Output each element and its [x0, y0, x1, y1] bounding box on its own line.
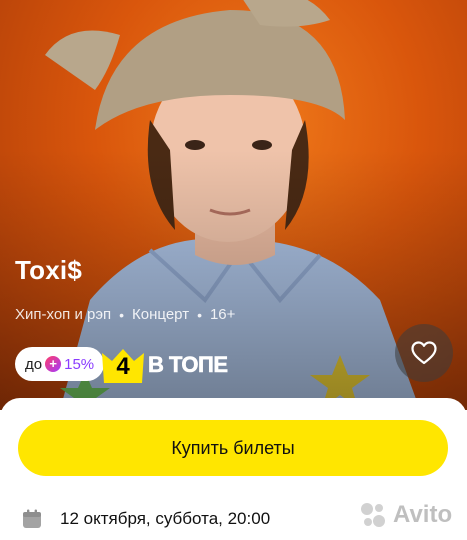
event-age-rating: 16+ — [209, 306, 236, 323]
rank-number: 4 — [116, 353, 130, 380]
avito-watermark: Avito — [358, 500, 452, 530]
event-type: Концерт — [132, 306, 190, 323]
favorite-button[interactable] — [395, 324, 453, 382]
calendar-icon — [23, 509, 41, 528]
heart-icon — [411, 341, 437, 365]
event-genre: Хип-хоп и рэп — [15, 306, 112, 323]
meta-separator: • — [197, 306, 202, 323]
discount-value: 15% — [64, 355, 95, 373]
event-poster: Toxi$ Хип-хоп и рэп • Концерт • 16+ до +… — [0, 0, 467, 410]
event-title: Toxi$ — [15, 255, 82, 285]
meta-separator: • — [119, 306, 125, 323]
avito-logo-icon — [361, 503, 385, 527]
top-label: В ТОПЕ — [148, 352, 229, 378]
plus-icon: + — [45, 356, 62, 372]
event-date: 12 октября, суббота, 20:00 — [60, 509, 271, 528]
watermark-text: Avito — [393, 501, 453, 528]
buy-tickets-button[interactable]: Купить билеты — [18, 420, 448, 476]
top-rank-badge: 4 В ТОПЕ — [100, 345, 228, 385]
rank-number-badge: 4 — [100, 345, 146, 385]
discount-badge[interactable]: до + 15% — [15, 347, 105, 381]
discount-prefix: до — [25, 355, 43, 373]
event-date-row: 12 октября, суббота, 20:00 — [22, 504, 270, 534]
event-meta: Хип-хоп и рэп • Концерт • 16+ — [15, 306, 235, 323]
